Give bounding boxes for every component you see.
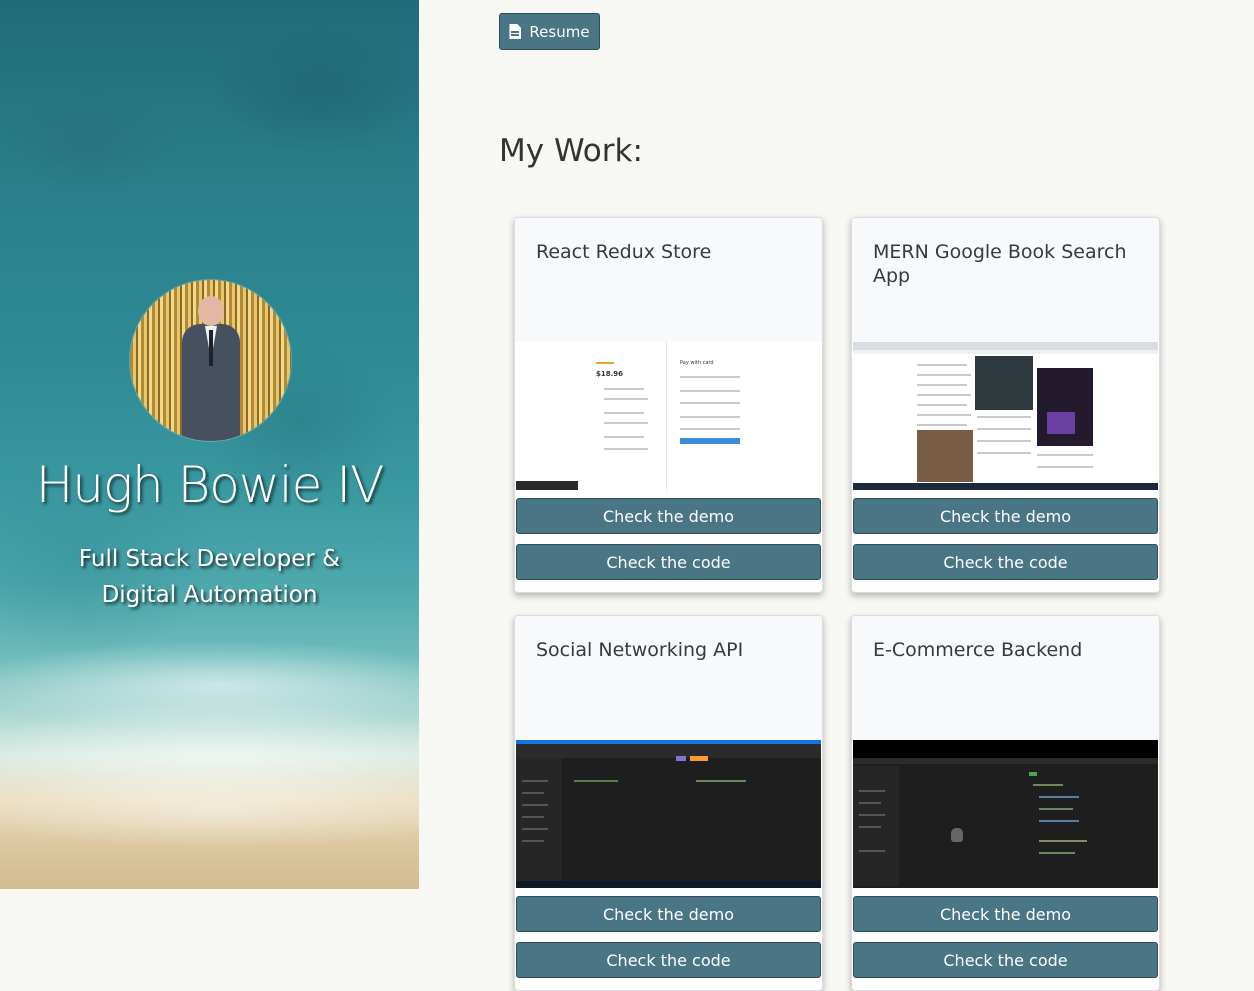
code-button[interactable]: Check the code bbox=[853, 544, 1158, 580]
code-button[interactable]: Check the code bbox=[516, 544, 821, 580]
demo-button[interactable]: Check the demo bbox=[516, 896, 821, 932]
screenshot-price: $18.96 bbox=[596, 370, 624, 378]
project-card: E-Commerce Backend Check the demo Check … bbox=[851, 615, 1160, 991]
screenshot-heading: Pay with card bbox=[680, 360, 714, 366]
card-header: React Redux Store bbox=[515, 218, 822, 342]
demo-button[interactable]: Check the demo bbox=[516, 498, 821, 534]
project-title: Social Networking API bbox=[536, 639, 744, 661]
project-card: React Redux Store $18.96 Pay with card C… bbox=[514, 217, 823, 593]
code-button[interactable]: Check the code bbox=[853, 942, 1158, 978]
resume-button[interactable]: Resume bbox=[499, 13, 600, 50]
code-button[interactable]: Check the code bbox=[516, 942, 821, 978]
wave-foam bbox=[0, 770, 419, 850]
developer-name: Hugh Bowie IV bbox=[35, 456, 385, 514]
card-header: MERN Google Book Search App bbox=[852, 218, 1159, 342]
card-header: E-Commerce Backend bbox=[852, 616, 1159, 740]
demo-button[interactable]: Check the demo bbox=[853, 896, 1158, 932]
project-title: React Redux Store bbox=[536, 241, 712, 263]
file-icon bbox=[509, 24, 522, 39]
section-title: My Work: bbox=[499, 133, 643, 169]
project-card: Social Networking API Check the demo Che… bbox=[514, 615, 823, 991]
resume-button-label: Resume bbox=[529, 22, 590, 41]
hero-sidebar: Hugh Bowie IV Full Stack Developer & Dig… bbox=[0, 0, 419, 889]
card-header: Social Networking API bbox=[515, 616, 822, 740]
avatar bbox=[130, 280, 291, 441]
project-screenshot[interactable] bbox=[516, 740, 821, 888]
developer-subtitle: Full Stack Developer & Digital Automatio… bbox=[78, 546, 341, 608]
project-title: E-Commerce Backend bbox=[873, 639, 1083, 661]
project-title: MERN Google Book Search App bbox=[873, 241, 1127, 287]
project-screenshot[interactable]: $18.96 Pay with card bbox=[516, 342, 821, 490]
demo-button[interactable]: Check the demo bbox=[853, 498, 1158, 534]
project-screenshot[interactable] bbox=[853, 740, 1158, 888]
project-screenshot[interactable] bbox=[853, 342, 1158, 490]
project-card: MERN Google Book Search App Check the de… bbox=[851, 217, 1160, 593]
